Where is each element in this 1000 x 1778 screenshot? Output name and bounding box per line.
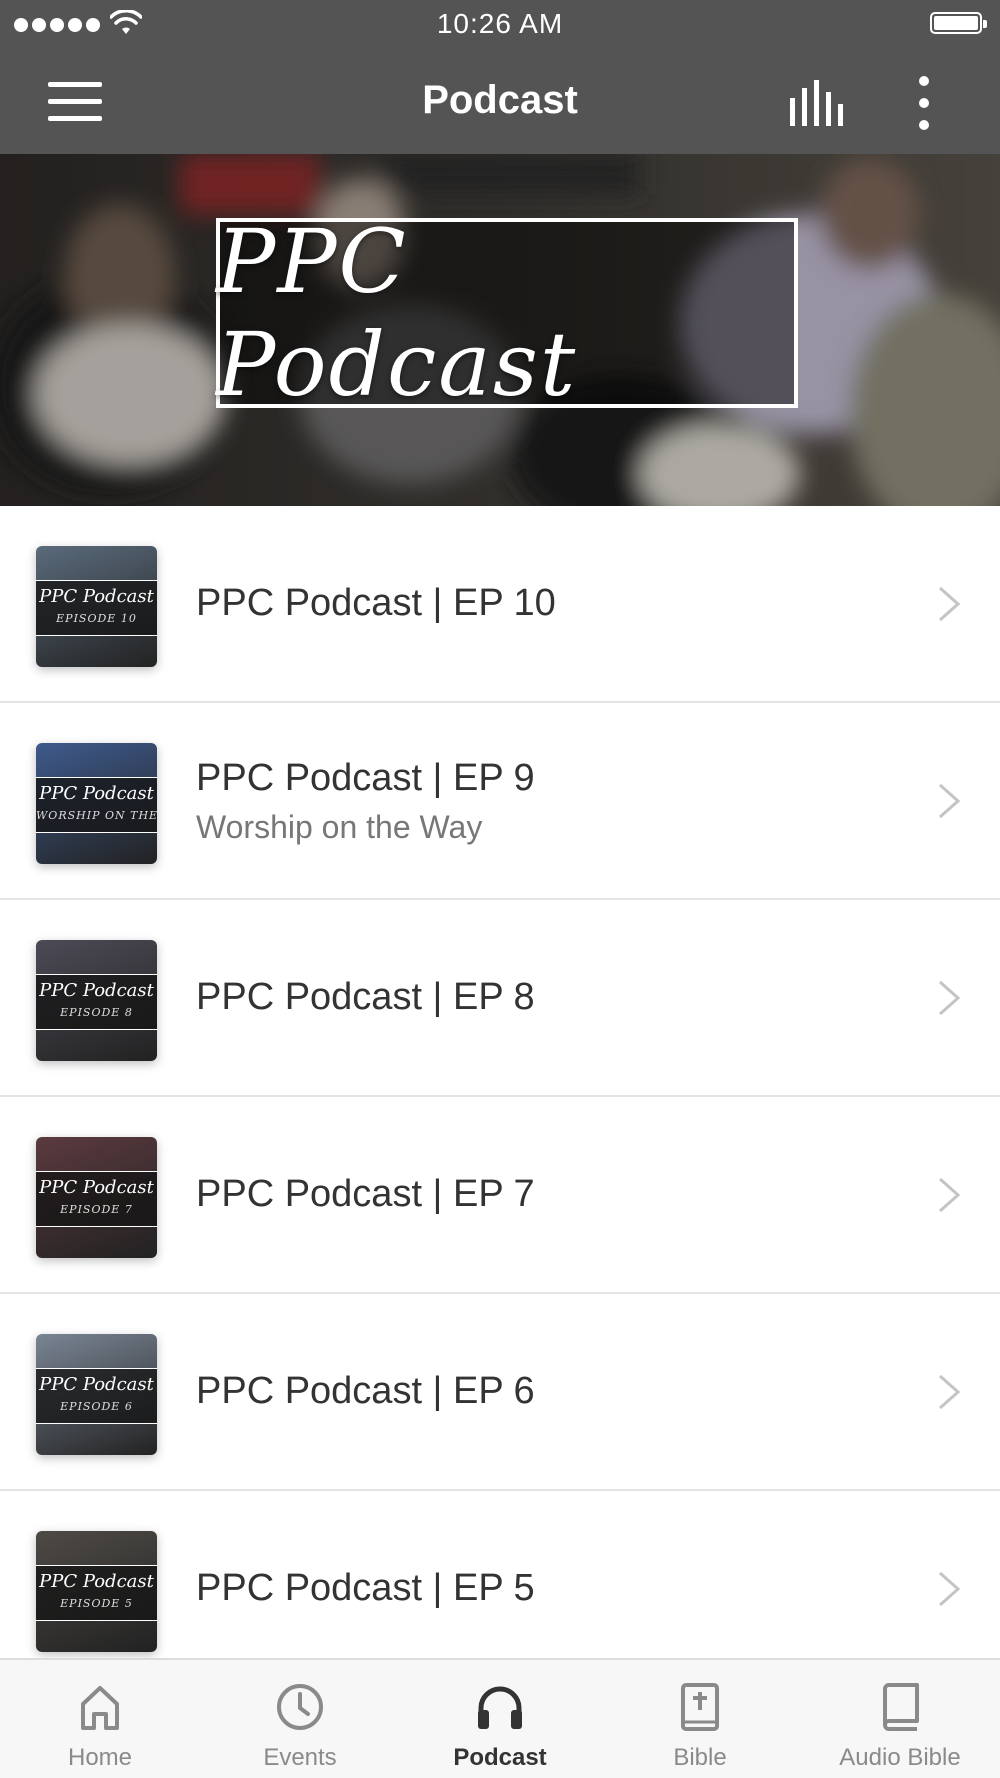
bottom-tab-bar: Home Events Podcast Bible Audio Bible <box>0 1658 1000 1778</box>
tab-label: Home <box>67 1744 133 1771</box>
episode-subtitle: Worship on the Way <box>196 809 483 845</box>
thumbnail-title: PPC Podcast <box>39 1571 154 1592</box>
thumbnail-caption: EPISODE 7 <box>60 1203 133 1216</box>
episode-title: PPC Podcast | EP 8 <box>196 976 535 1018</box>
episode-title: PPC Podcast | EP 5 <box>196 1567 535 1609</box>
episode-row[interactable]: PPC Podcast EPISODE 7 PPC Podcast | EP 7 <box>0 1097 1000 1294</box>
episode-row[interactable]: PPC Podcast EPISODE 6 PPC Podcast | EP 6 <box>0 1294 1000 1491</box>
thumbnail-title: PPC Podcast <box>39 1177 154 1198</box>
episode-row[interactable]: PPC Podcast EPISODE 10 PPC Podcast | EP 10 <box>0 506 1000 703</box>
hero-banner: PPC Podcast <box>0 154 1000 506</box>
episode-list: PPC Podcast EPISODE 10 PPC Podcast | EP 10… <box>0 506 1000 1688</box>
episode-thumbnail: PPC Podcast WORSHIP ON THE WAY <box>36 743 157 864</box>
thumbnail-caption: WORSHIP ON THE WAY <box>36 809 157 822</box>
episode-title: PPC Podcast | EP 10 <box>196 582 556 624</box>
tab-label: Podcast <box>453 1744 547 1771</box>
page-title: Podcast <box>422 78 578 122</box>
tab-label: Bible <box>673 1744 727 1771</box>
equalizer-icon[interactable] <box>788 80 846 126</box>
thumbnail-caption: EPISODE 6 <box>60 1400 133 1413</box>
chevron-right-icon <box>939 783 961 819</box>
bible-icon <box>681 1683 719 1731</box>
clock-icon <box>277 1684 323 1730</box>
thumbnail-caption: EPISODE 10 <box>56 612 137 625</box>
tab-label: Events <box>263 1744 337 1771</box>
status-bar: 10:26 AM <box>0 0 1000 50</box>
episode-title: PPC Podcast | EP 7 <box>196 1173 535 1215</box>
episode-thumbnail: PPC Podcast EPISODE 5 <box>36 1531 157 1652</box>
app-bar: Podcast <box>0 50 1000 154</box>
battery-icon <box>930 12 987 34</box>
home-icon <box>81 1686 119 1730</box>
hero-title: PPC Podcast <box>216 210 578 416</box>
more-vertical-icon[interactable] <box>906 76 942 130</box>
episode-row[interactable]: PPC Podcast EPISODE 8 PPC Podcast | EP 8 <box>0 900 1000 1097</box>
chevron-right-icon <box>939 1374 961 1410</box>
chevron-right-icon <box>939 980 961 1016</box>
episode-title: PPC Podcast | EP 9 <box>196 757 535 799</box>
headphones-icon <box>478 1686 522 1729</box>
tab-bible[interactable]: Bible <box>600 1660 800 1778</box>
tab-audio-bible[interactable]: Audio Bible <box>800 1660 1000 1778</box>
episode-thumbnail: PPC Podcast EPISODE 10 <box>36 546 157 667</box>
chevron-right-icon <box>939 1177 961 1213</box>
book-icon <box>883 1683 919 1731</box>
episode-thumbnail: PPC Podcast EPISODE 8 <box>36 940 157 1061</box>
episode-thumbnail: PPC Podcast EPISODE 7 <box>36 1137 157 1258</box>
thumbnail-title: PPC Podcast <box>39 980 154 1001</box>
episode-thumbnail: PPC Podcast EPISODE 6 <box>36 1334 157 1455</box>
tab-label: Audio Bible <box>839 1744 961 1771</box>
chevron-right-icon <box>939 586 961 622</box>
status-time: 10:26 AM <box>436 8 564 39</box>
tab-podcast[interactable]: Podcast <box>400 1660 600 1778</box>
thumbnail-title: PPC Podcast <box>39 783 154 804</box>
thumbnail-caption: EPISODE 8 <box>60 1006 133 1019</box>
tab-events[interactable]: Events <box>200 1660 400 1778</box>
episode-row[interactable]: PPC PodcastWORSHIP ON THE WAYPPC Podcast… <box>0 703 1000 900</box>
episode-title: PPC Podcast | EP 6 <box>196 1370 535 1412</box>
chevron-right-icon <box>939 1571 961 1607</box>
thumbnail-caption: EPISODE 5 <box>60 1597 133 1610</box>
tab-home[interactable]: Home <box>0 1660 200 1778</box>
thumbnail-title: PPC Podcast <box>39 1374 154 1395</box>
thumbnail-title: PPC Podcast <box>39 586 154 607</box>
